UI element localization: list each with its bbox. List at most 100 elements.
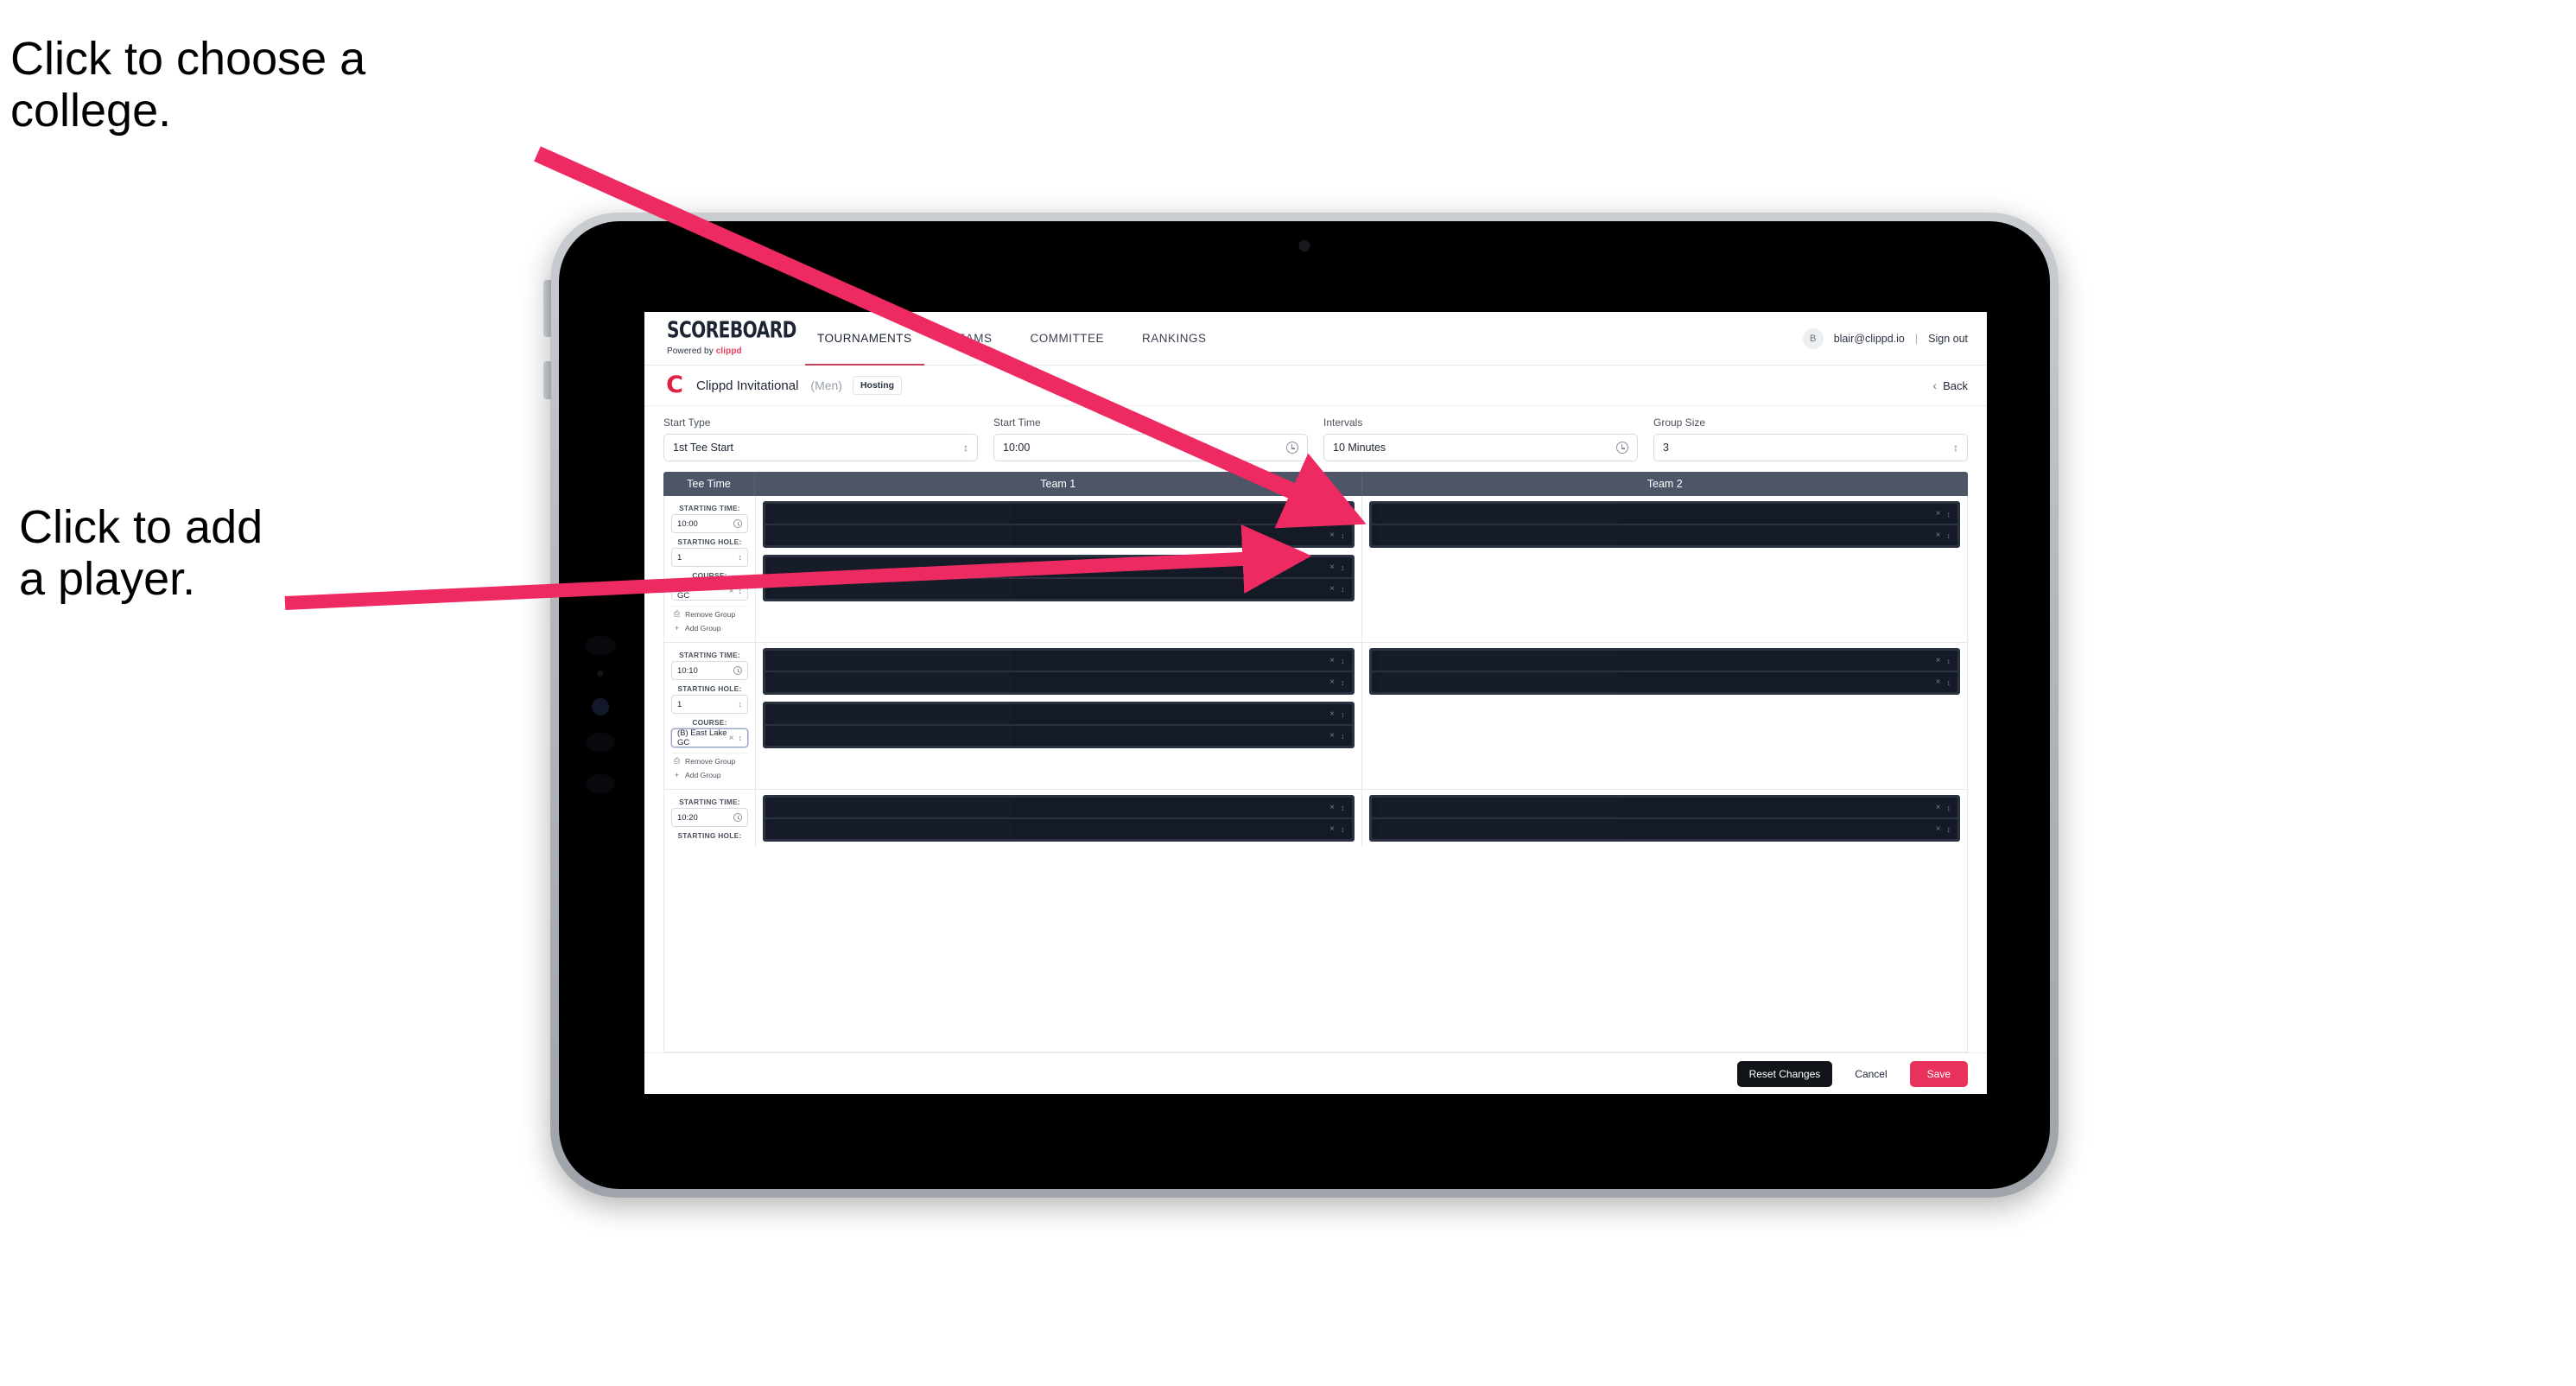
player-slot[interactable]: × ↕ [765,704,1352,724]
clock-icon [733,666,742,675]
player-slot[interactable]: × ↕ [1371,504,1957,524]
player-slot[interactable]: × ↕ [765,819,1352,839]
input-starting-hole[interactable]: 1 ↕ [671,548,748,567]
clear-icon[interactable]: × [1329,731,1335,741]
clear-icon[interactable]: × [729,734,734,743]
sign-out-link[interactable]: Sign out [1928,333,1968,345]
updown-icon[interactable]: ↕ [1341,510,1345,518]
value-course: (B) East Lake GC [677,728,727,747]
player-slot[interactable]: × ↕ [1371,651,1957,671]
clock-icon [1286,442,1298,454]
updown-icon[interactable]: ↕ [1341,531,1345,540]
redacted-player-name [772,557,1012,577]
updown-icon[interactable]: ↕ [1341,732,1345,741]
clear-icon[interactable]: × [1936,803,1941,812]
microphone-icon [586,733,615,752]
avatar[interactable]: B [1802,327,1824,349]
nav-tab-tournaments[interactable]: TOURNAMENTS [798,312,931,366]
label-starting-hole: STARTING HOLE: [677,537,742,546]
add-group-button[interactable]: + Add Group [671,621,748,635]
select-course[interactable]: (B) East Lake GC × ↕ [671,728,748,747]
clear-icon[interactable]: × [1329,584,1335,594]
input-starting-hole[interactable]: 1 ↕ [671,695,748,714]
redacted-player-name [1379,525,1619,545]
field-intervals: Intervals 10 Minutes [1323,416,1638,461]
brand-logo[interactable]: SCOREBOARD Powered by clippd [644,312,798,365]
select-course[interactable]: (A) Peachtree GC × ↕ [671,582,748,601]
clear-icon[interactable]: × [1329,677,1335,687]
updown-icon[interactable]: ↕ [1341,825,1345,834]
nav-tabs: TOURNAMENTS TEAMS COMMITTEE RANKINGS [798,312,1226,366]
player-slot[interactable]: × ↕ [1371,819,1957,839]
clear-icon[interactable]: × [1936,824,1941,834]
clear-icon[interactable]: × [1329,531,1335,540]
player-slot[interactable]: × ↕ [765,525,1352,545]
account-email: blair@clippd.io [1833,332,1905,345]
save-button[interactable]: Save [1909,1060,1968,1087]
player-slot[interactable]: × ↕ [765,651,1352,671]
select-start-type[interactable]: 1st Tee Start ↕ [663,434,978,461]
clear-icon[interactable]: × [1329,824,1335,834]
remove-group-button[interactable]: ⎙ Remove Group [671,753,748,768]
input-starting-time[interactable]: 10:20 [671,808,748,827]
team-1-cell: × ↕ × ↕ × ↕ × ↕ [756,643,1362,789]
updown-icon[interactable]: ↕ [1341,563,1345,572]
clippd-logo-icon: C [666,372,683,398]
clear-icon[interactable]: × [1329,509,1335,518]
player-slot[interactable]: × ↕ [765,557,1352,577]
updown-icon[interactable]: ↕ [1947,804,1951,812]
clear-icon[interactable]: × [1329,563,1335,572]
updown-icon[interactable]: ↕ [1947,510,1951,518]
value-starting-hole: 1 [677,699,682,709]
input-intervals[interactable]: 10 Minutes [1323,434,1638,461]
player-slot[interactable]: × ↕ [765,579,1352,599]
player-slot[interactable]: × ↕ [765,504,1352,524]
input-starting-time[interactable]: 10:10 [671,661,748,680]
clear-icon[interactable]: × [729,587,734,596]
clear-icon[interactable]: × [1936,531,1941,540]
updown-icon[interactable]: ↕ [1341,804,1345,812]
remove-group-label: Remove Group [685,609,736,619]
clear-icon[interactable]: × [1329,803,1335,812]
back-button[interactable]: ‹ Back [1932,378,1968,392]
account-area: B blair@clippd.io | Sign out [1802,312,1987,365]
nav-tab-rankings[interactable]: RANKINGS [1123,312,1226,365]
input-start-time[interactable]: 10:00 [993,434,1308,461]
clock-icon [1616,442,1628,454]
player-slot[interactable]: × ↕ [1371,672,1957,692]
cancel-button[interactable]: Cancel [1844,1061,1897,1087]
remove-group-button[interactable]: ⎙ Remove Group [671,606,748,621]
input-starting-time[interactable]: 10:00 [671,514,748,533]
power-button[interactable] [543,280,551,337]
updown-icon[interactable]: ↕ [1341,585,1345,594]
nav-tab-committee[interactable]: COMMITTEE [1012,312,1124,365]
updown-icon[interactable]: ↕ [1947,657,1951,665]
add-group-button[interactable]: + Add Group [671,768,748,782]
column-header-team-2: Team 2 [1646,478,1683,490]
nav-tab-teams[interactable]: TEAMS [931,312,1012,365]
clear-icon[interactable]: × [1329,709,1335,719]
player-slot[interactable]: × ↕ [765,798,1352,817]
updown-icon: ↕ [738,700,743,709]
plus-icon: + [674,771,680,779]
player-slot[interactable]: × ↕ [1371,525,1957,545]
speaker-icon [585,636,616,655]
player-slot[interactable]: × ↕ [765,726,1352,746]
volume-button[interactable] [543,361,551,399]
redacted-player-name [772,726,1012,746]
clear-icon[interactable]: × [1936,677,1941,687]
select-group-size[interactable]: 3 ↕ [1653,434,1968,461]
updown-icon[interactable]: ↕ [1341,678,1345,687]
updown-icon[interactable]: ↕ [1341,657,1345,665]
team-2-cell: × ↕ × ↕ [1362,496,1968,642]
reset-changes-button[interactable]: Reset Changes [1736,1060,1833,1087]
updown-icon[interactable]: ↕ [1947,825,1951,834]
clear-icon[interactable]: × [1329,656,1335,665]
player-slot[interactable]: × ↕ [1371,798,1957,817]
player-slot[interactable]: × ↕ [765,672,1352,692]
updown-icon[interactable]: ↕ [1341,710,1345,719]
clear-icon[interactable]: × [1936,509,1941,518]
clear-icon[interactable]: × [1936,656,1941,665]
updown-icon[interactable]: ↕ [1947,531,1951,540]
updown-icon[interactable]: ↕ [1947,678,1951,687]
